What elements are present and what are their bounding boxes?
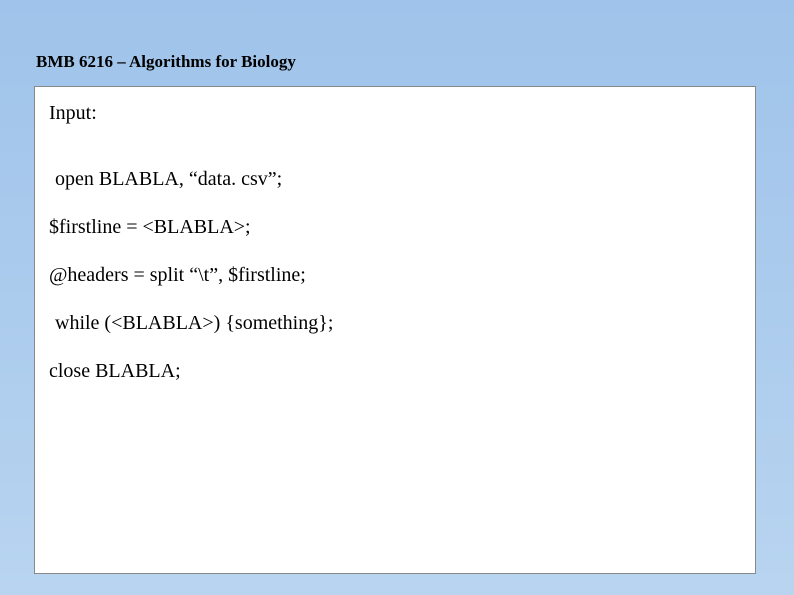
- slide: BMB 6216 – Algorithms for Biology Input:…: [0, 0, 794, 595]
- code-line-headers: @headers = split “\t”, $firstline;: [49, 263, 741, 287]
- course-header: BMB 6216 – Algorithms for Biology: [34, 52, 760, 72]
- content-box: Input: open BLABLA, “data. csv”; $firstl…: [34, 86, 756, 574]
- code-line-close: close BLABLA;: [49, 359, 741, 383]
- code-line-open: open BLABLA, “data. csv”;: [49, 167, 741, 191]
- code-line-while: while (<BLABLA>) {something};: [49, 311, 741, 335]
- input-label: Input:: [49, 101, 741, 125]
- code-line-firstline: $firstline = <BLABLA>;: [49, 215, 741, 239]
